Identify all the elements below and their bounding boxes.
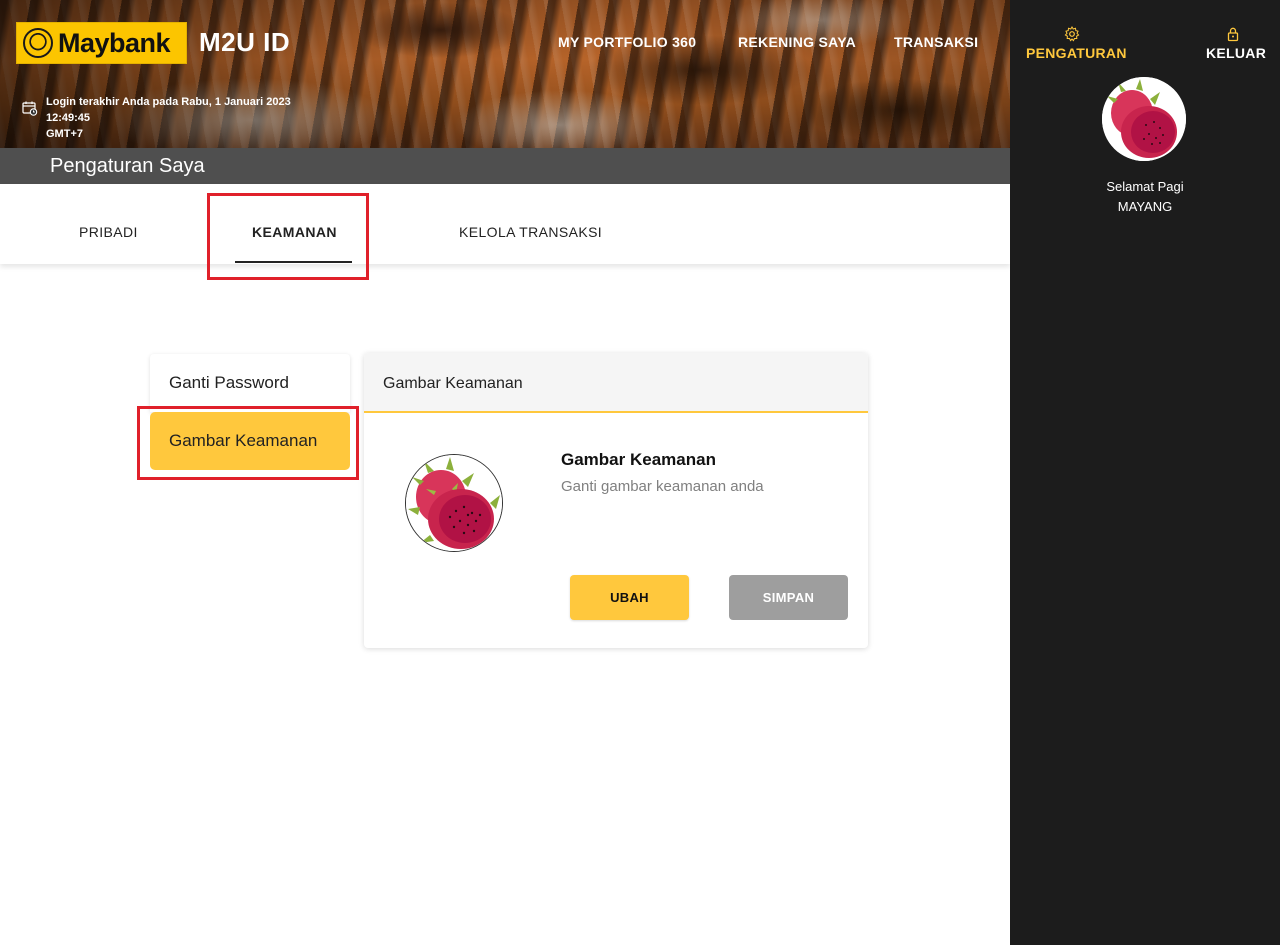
nav-rekening-saya[interactable]: REKENING SAYA bbox=[738, 34, 856, 50]
tab-pribadi[interactable]: PRIBADI bbox=[79, 224, 138, 240]
nav-my-portfolio[interactable]: MY PORTFOLIO 360 bbox=[558, 34, 696, 50]
last-login-info: Login terakhir Anda pada Rabu, 1 Januari… bbox=[22, 94, 336, 142]
avatar-dragon-fruit-icon bbox=[1102, 77, 1186, 161]
dragon-fruit-icon bbox=[406, 455, 502, 551]
security-image-description: Ganti gambar keamanan anda bbox=[561, 478, 764, 495]
tiger-emblem-icon bbox=[23, 28, 53, 58]
security-image-card: Gambar Keamanan Gambar Keamanan Ganti ga… bbox=[364, 353, 868, 648]
right-user-panel: PENGATURAN KELUAR Selamat Pagi MAYANG bbox=[1010, 0, 1280, 945]
menu-ganti-password[interactable]: Ganti Password bbox=[150, 354, 350, 412]
avatar[interactable] bbox=[1102, 77, 1186, 161]
active-tab-indicator bbox=[235, 261, 352, 263]
ubah-button[interactable]: UBAH bbox=[570, 575, 689, 620]
dragon-fruit-image bbox=[405, 454, 503, 552]
logout-label: KELUAR bbox=[1206, 45, 1267, 61]
tab-kelola-transaksi[interactable]: KELOLA TRANSAKSI bbox=[459, 224, 602, 240]
lock-icon bbox=[1227, 27, 1239, 42]
tab-keamanan[interactable]: KEAMANAN bbox=[252, 224, 337, 240]
brand-name: Maybank bbox=[58, 27, 171, 58]
settings-tabs: PRIBADI KEAMANAN KELOLA TRANSAKSI bbox=[0, 184, 1010, 264]
maybank-logo[interactable]: Maybank bbox=[16, 22, 187, 64]
card-header: Gambar Keamanan bbox=[364, 353, 868, 413]
header-banner: Maybank M2U ID Login terakhir Anda pada … bbox=[0, 0, 1010, 148]
greeting-text: Selamat Pagi bbox=[1106, 179, 1184, 194]
page-title: Pengaturan Saya bbox=[50, 155, 205, 177]
user-name: MAYANG bbox=[1117, 199, 1173, 214]
card-header-title: Gambar Keamanan bbox=[383, 375, 523, 392]
simpan-button[interactable]: SIMPAN bbox=[729, 575, 848, 620]
nav-transaksi[interactable]: TRANSAKSI bbox=[894, 34, 978, 50]
settings-label: PENGATURAN bbox=[1026, 45, 1127, 61]
app-name: M2U ID bbox=[199, 27, 291, 57]
page-title-bar: Pengaturan Saya bbox=[0, 148, 1010, 184]
security-image-title: Gambar Keamanan bbox=[561, 450, 716, 469]
settings-link[interactable]: PENGATURAN bbox=[1026, 26, 1126, 63]
last-login-text: Login terakhir Anda pada Rabu, 1 Januari… bbox=[46, 96, 291, 124]
gear-icon bbox=[1064, 26, 1080, 42]
last-login-timezone: GMT+7 bbox=[46, 128, 83, 140]
menu-gambar-keamanan[interactable]: Gambar Keamanan bbox=[150, 412, 350, 470]
calendar-clock-icon bbox=[22, 101, 38, 116]
logout-link[interactable]: KELUAR bbox=[1206, 26, 1266, 63]
